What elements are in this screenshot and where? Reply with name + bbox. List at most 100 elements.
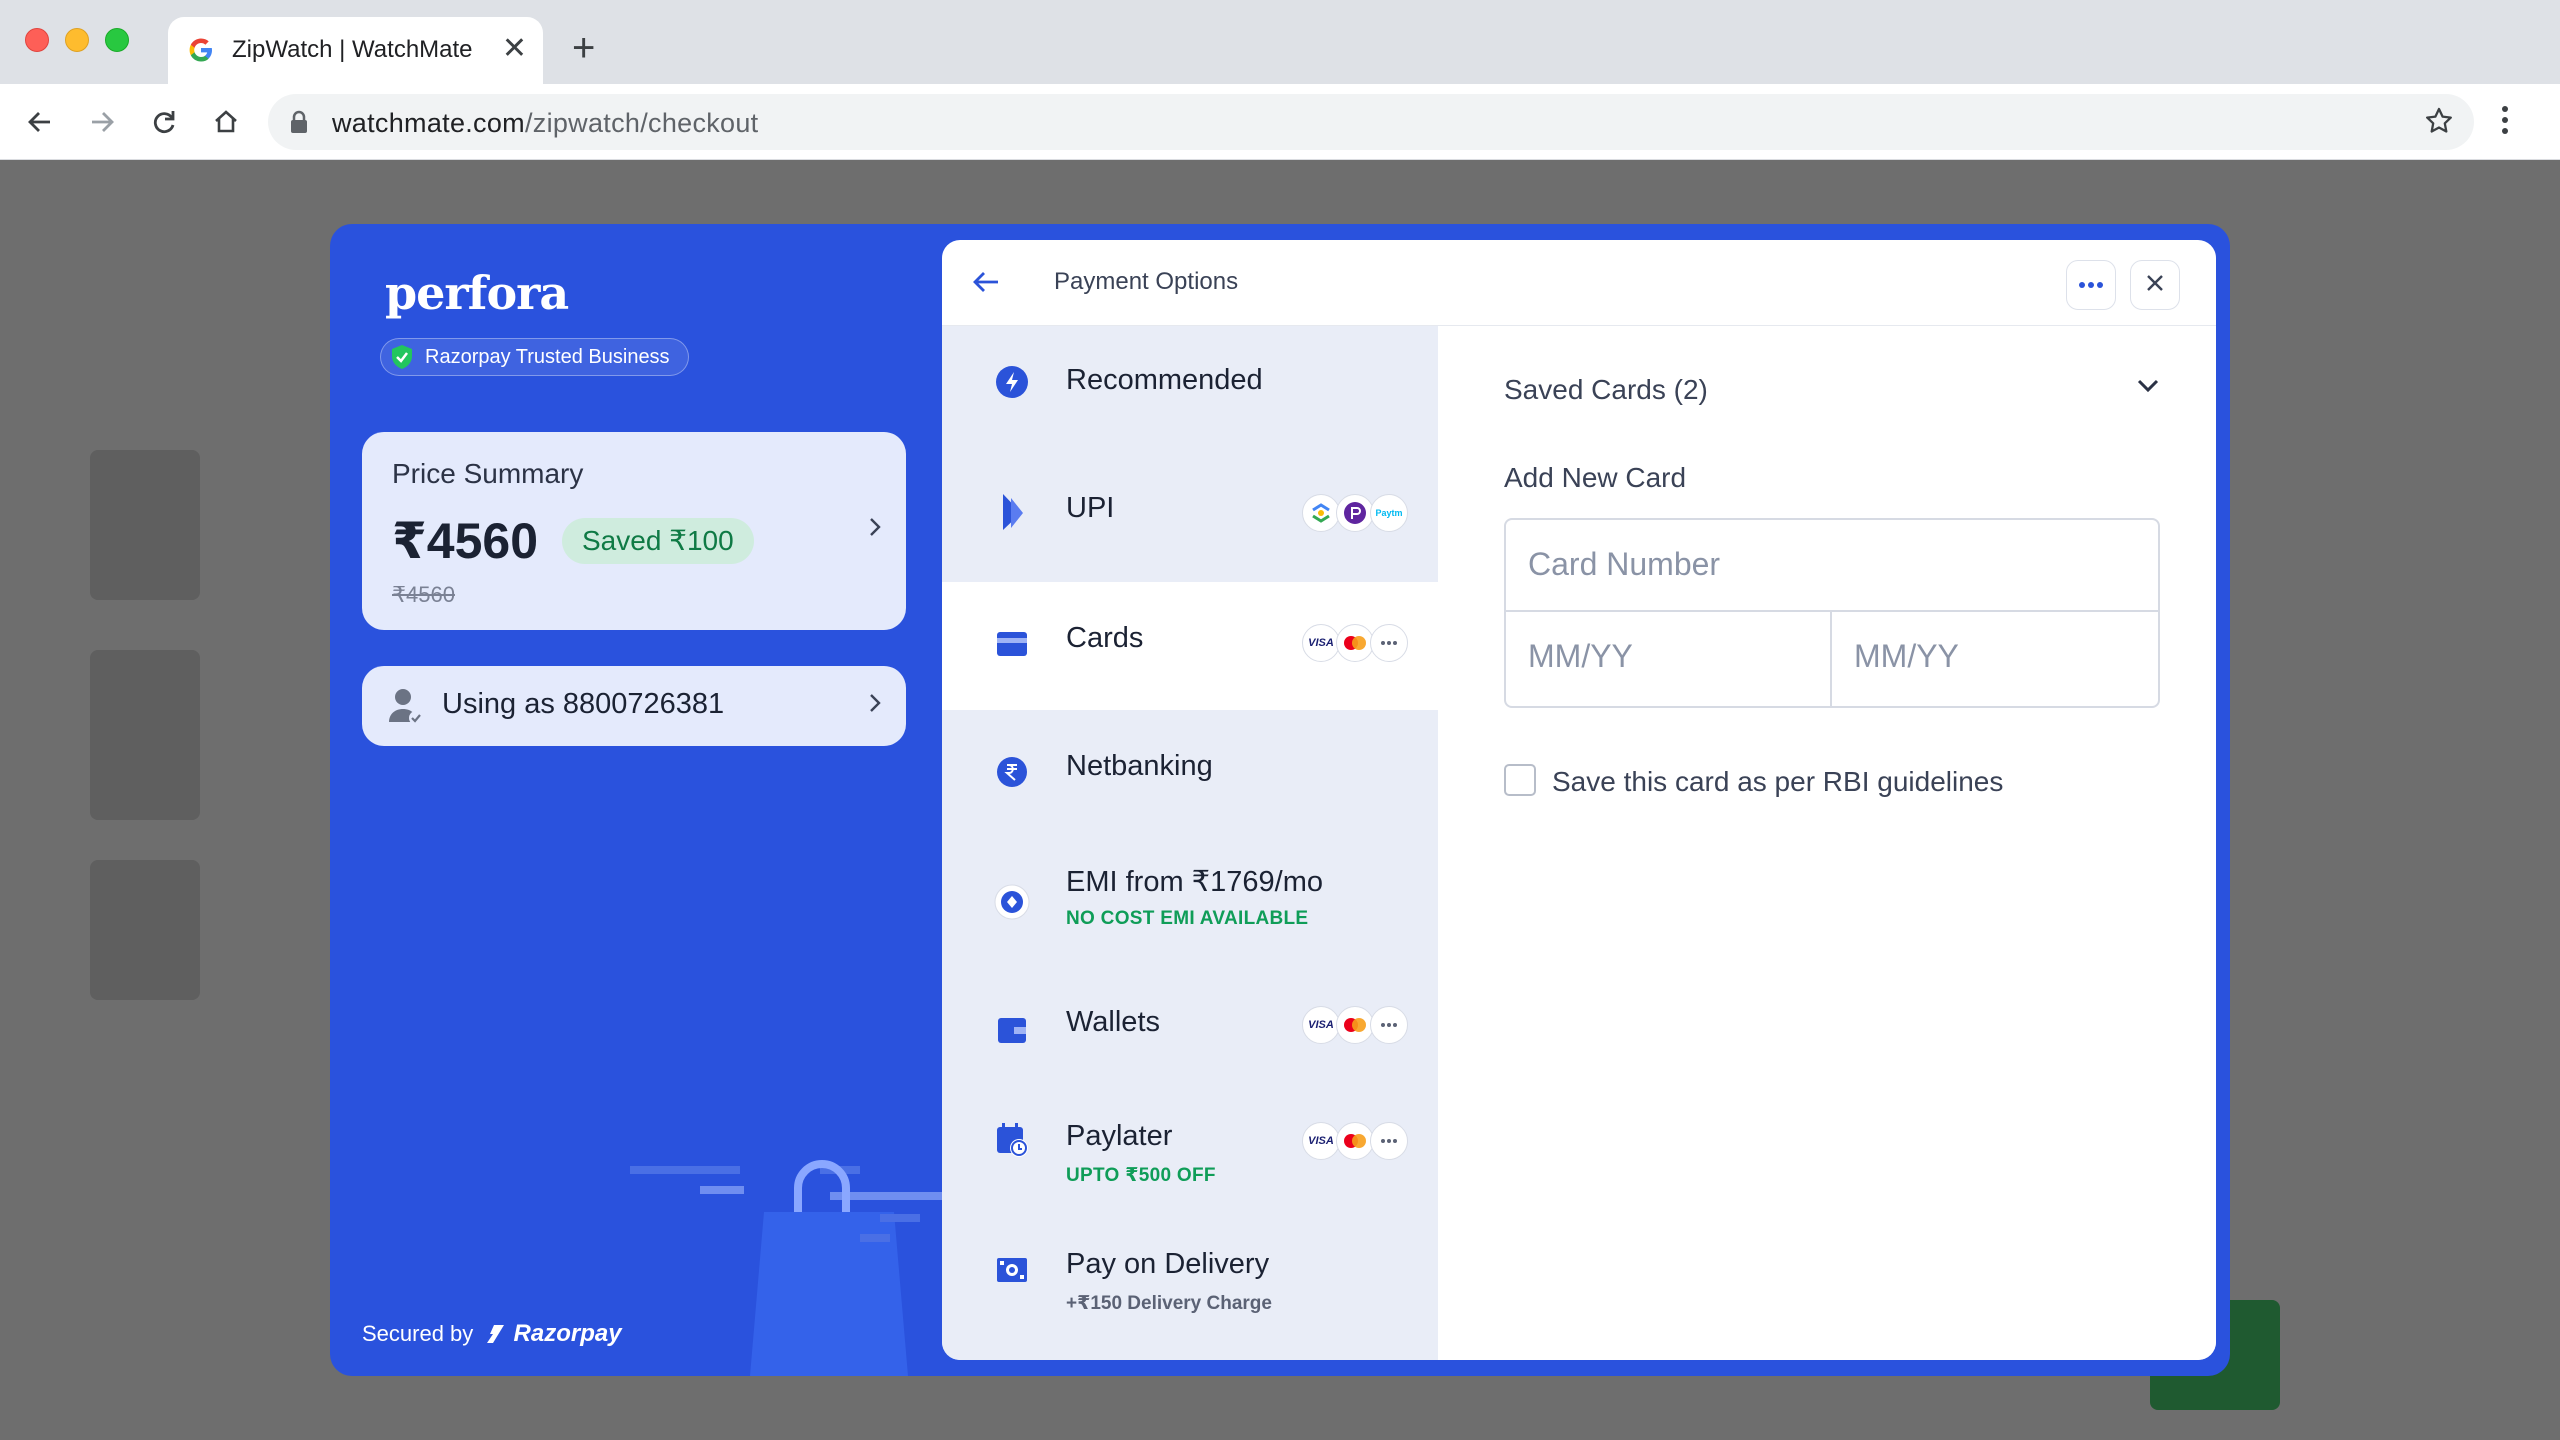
gpay-logo-icon [1302,494,1340,532]
add-new-card-heading: Add New Card [1504,462,1687,493]
card-network-logos: VISA [1302,624,1408,662]
phonepe-logo-icon [1336,494,1374,532]
original-price: ₹4560 [392,582,455,607]
wallet-logos: VISA [1302,1006,1408,1044]
close-icon [2145,273,2165,298]
price-summary-card[interactable]: Price Summary ₹4560 Saved ₹100 ₹4560 [362,432,906,630]
reload-icon[interactable] [146,104,182,140]
back-arrow-icon[interactable] [970,266,1002,303]
close-modal-button[interactable] [2130,260,2180,310]
razorpay-wordmark: Razorpay [513,1320,622,1347]
method-label: Cards [1066,622,1144,654]
bolt-icon [994,364,1030,400]
save-card-label: Save this card as per RBI guidelines [1552,766,2004,797]
user-phone: Using as 8800726381 [442,688,725,720]
savings-badge: Saved ₹100 [562,518,754,564]
shopping-bag-illustration [630,1154,942,1376]
new-tab-icon[interactable]: + [572,26,595,70]
method-upi[interactable]: UPI Paytm [942,454,1438,582]
product-thumbnail [90,650,200,820]
method-label: Netbanking [1066,750,1213,782]
panel-title: Payment Options [1054,268,1239,295]
method-label: Wallets [1066,1006,1160,1038]
user-contact-card[interactable]: Using as 8800726381 [362,666,906,746]
method-offer: UPTO ₹500 OFF [1066,1165,1216,1186]
emi-icon [994,884,1030,920]
cash-icon [994,1252,1030,1288]
method-emi[interactable]: EMI from ₹1769/mo NO COST EMI AVAILABLE [942,838,1438,966]
mastercard-logo-icon [1336,624,1374,662]
method-label: UPI [1066,492,1115,524]
rupee-icon [994,754,1030,790]
forward-icon[interactable] [84,104,120,140]
upi-icon [994,494,1030,530]
mastercard-logo-icon [1336,1122,1374,1160]
browser-toolbar: watchmate.com/zipwatch/checkout [0,84,2560,160]
method-label: Pay on Delivery [1066,1248,1270,1280]
browser-menu-icon[interactable] [2500,104,2510,141]
card-number-input[interactable]: Card Number [1506,520,2158,612]
address-bar[interactable]: watchmate.com/zipwatch/checkout [268,94,2474,150]
product-thumbnail [90,450,200,600]
panel-header: Payment Options [942,240,2216,326]
total-amount: ₹4560 [392,513,539,569]
url-text: watchmate.com/zipwatch/checkout [332,108,758,139]
browser-titlebar: ZipWatch | WatchMate ✕ + [0,0,2560,84]
method-label: Paylater [1066,1120,1173,1152]
shield-check-icon [389,343,415,383]
expiry-placeholder: MM/YY [1528,638,1633,674]
lock-icon [290,110,308,139]
merchant-pane: perfora Razorpay Trusted Business Price … [330,224,942,1376]
chevron-right-icon [868,692,882,719]
more-options-button[interactable] [2066,260,2116,310]
secured-by-label: Secured by [362,1321,474,1346]
method-cards[interactable]: Cards VISA [942,582,1438,710]
method-charge: +₹150 Delivery Charge [1066,1293,1272,1314]
bookmark-star-icon[interactable] [2424,106,2454,141]
more-dots-icon [1370,624,1408,662]
cvv-placeholder: MM/YY [1854,638,1959,674]
method-paylater[interactable]: Paylater UPTO ₹500 OFF VISA [942,1094,1438,1222]
method-wallets[interactable]: Wallets VISA [942,966,1438,1094]
home-icon[interactable] [208,104,244,140]
merchant-logo: perfora [385,266,569,320]
user-verified-icon [388,686,424,731]
upi-app-logos: Paytm [1302,494,1408,532]
save-card-checkbox[interactable] [1504,764,1536,796]
price-summary-label: Price Summary [392,458,584,489]
method-label: Recommended [1066,364,1263,396]
cards-content: Saved Cards (2) Add New Card Card Number… [1438,326,2216,1360]
saved-cards-toggle[interactable]: Saved Cards (2) [1504,374,1708,406]
trust-badge-label: Razorpay Trusted Business [425,346,670,368]
secured-by-footer: Secured by Razorpay [362,1320,622,1348]
method-recommended[interactable]: Recommended [942,326,1438,454]
card-icon [994,626,1030,662]
card-form: Card Number MM/YY MM/YY [1504,518,2160,708]
browser-tab[interactable]: ZipWatch | WatchMate ✕ [168,17,543,84]
method-offer: NO COST EMI AVAILABLE [1066,908,1309,929]
method-label: EMI from ₹1769/mo [1066,866,1323,898]
tab-title: ZipWatch | WatchMate [232,36,473,63]
payment-panel: Payment Options Recommended UPI Paytm Ca… [942,240,2216,1360]
payment-methods-list: Recommended UPI Paytm Cards VISA Netbank… [942,326,1438,1360]
method-netbanking[interactable]: Netbanking [942,710,1438,838]
mastercard-logo-icon [1336,1006,1374,1044]
calendar-clock-icon [994,1122,1030,1158]
wallet-icon [994,1012,1030,1048]
razorpay-logo-icon [479,1321,513,1346]
more-dots-icon [1370,1006,1408,1044]
maximize-window-button[interactable] [105,28,129,52]
cvv-input[interactable]: MM/YY [1832,612,2158,706]
back-icon[interactable] [22,104,58,140]
expiry-input[interactable]: MM/YY [1506,612,1832,706]
card-number-placeholder: Card Number [1528,546,1721,582]
paytm-logo-icon: Paytm [1370,494,1408,532]
chevron-down-icon[interactable] [2136,378,2160,399]
method-pay-on-delivery[interactable]: Pay on Delivery +₹150 Delivery Charge [942,1222,1438,1350]
minimize-window-button[interactable] [65,28,89,52]
paylater-logos: VISA [1302,1122,1408,1160]
close-tab-icon[interactable]: ✕ [502,31,527,67]
url-host: watchmate.com [332,108,525,138]
close-window-button[interactable] [25,28,49,52]
more-dots-icon [2078,276,2104,294]
